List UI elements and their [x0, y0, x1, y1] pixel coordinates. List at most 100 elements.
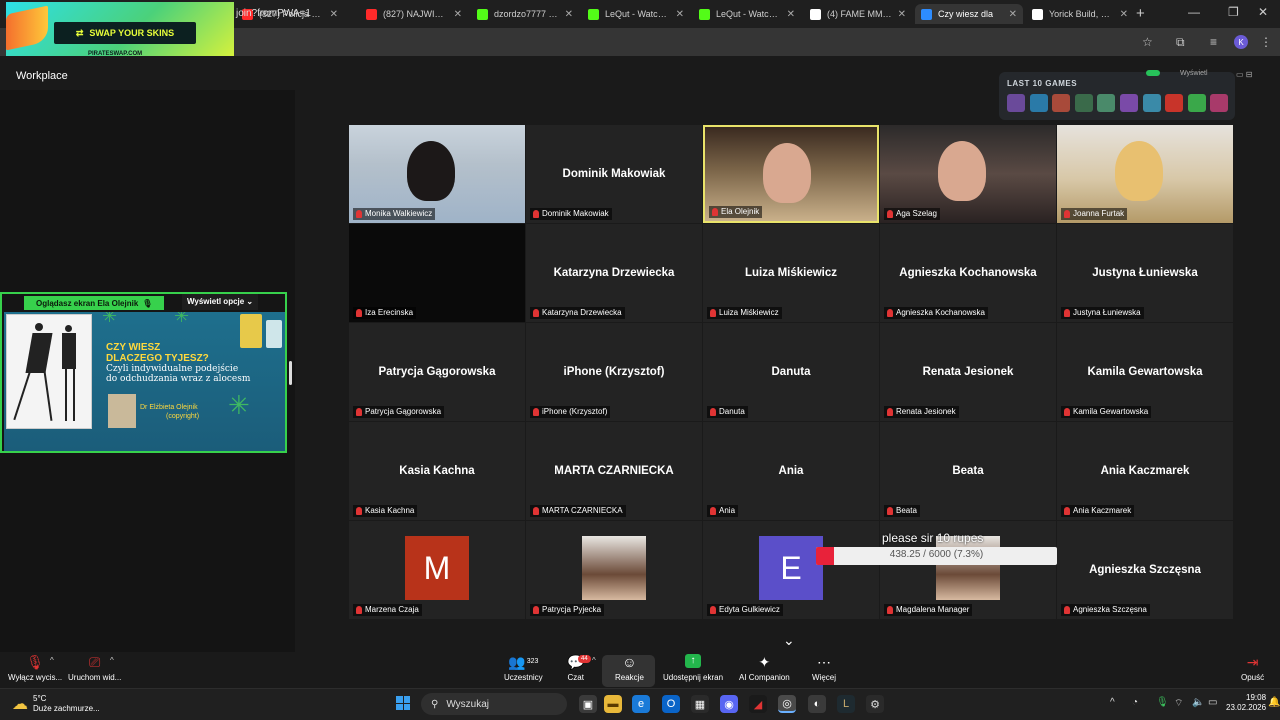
chat-options-caret[interactable]: ^ — [592, 656, 596, 665]
close-tab-icon[interactable]: ✕ — [1009, 9, 1017, 20]
settings-icon[interactable]: ⚙ — [866, 695, 884, 713]
participant-tile[interactable]: Agnieszka Kochanowska Agnieszka Kochanows… — [880, 224, 1056, 322]
overlay-settings-icon[interactable]: ▭ ⊟ — [1236, 70, 1252, 79]
champion-icon[interactable] — [1187, 94, 1206, 112]
browser-tab[interactable]: LeQut - Watch cli ✕ — [693, 4, 801, 24]
champion-icon[interactable] — [1007, 94, 1025, 112]
browser-tab[interactable]: LeQut - Watch cli ✕ — [582, 4, 690, 24]
windows-start-icon[interactable] — [396, 696, 410, 710]
mute-options-caret[interactable]: ^ — [50, 656, 54, 665]
participant-tile[interactable]: Justyna Łuniewska Justyna Łuniewska — [1057, 224, 1233, 322]
store-icon[interactable]: ▦ — [691, 695, 709, 713]
close-tab-icon[interactable]: ✕ — [787, 9, 795, 20]
chrome-icon[interactable]: ◎ — [778, 695, 796, 713]
extensions-icon[interactable]: ⧉ — [1176, 35, 1185, 50]
participant-tile[interactable]: Aga Szelag — [880, 125, 1056, 223]
participant-tile[interactable]: Dominik Makowiak Dominik Makowiak — [526, 125, 702, 223]
tray-mic-icon[interactable]: 🎙 — [1156, 697, 1169, 708]
participant-tile[interactable]: Ania Kaczmarek Ania Kaczmarek — [1057, 422, 1233, 520]
weather-widget[interactable]: 5°C Duże zachmurze... — [33, 694, 100, 714]
tray-chevron-up-icon[interactable]: ^ — [1110, 697, 1115, 708]
participant-tile[interactable]: Monika Walkiewicz — [349, 125, 525, 223]
participant-tile[interactable]: M Marzena Czaja — [349, 521, 525, 619]
taskbar-clock[interactable]: 19:08 23.02.2026 — [1226, 693, 1266, 713]
close-tab-icon[interactable]: ✕ — [565, 9, 573, 20]
participant-tile[interactable]: Ania Ania — [703, 422, 879, 520]
participant-tile[interactable]: Kasia Kachna Kasia Kachna — [349, 422, 525, 520]
outlook-icon[interactable]: O — [662, 695, 680, 713]
close-window-icon[interactable]: ✕ — [1258, 5, 1268, 19]
edge-icon[interactable]: e — [632, 695, 650, 713]
discord-icon[interactable]: ◉ — [720, 695, 738, 713]
participant-tile[interactable]: Patrycja Pyjecka — [526, 521, 702, 619]
battery-icon[interactable]: ▭ — [1208, 697, 1217, 708]
champion-icon[interactable] — [1074, 94, 1093, 112]
file-explorer-icon[interactable]: ▬ — [604, 695, 622, 713]
menu-dots-icon[interactable]: ⋮ — [1260, 35, 1272, 49]
champion-icon[interactable] — [1052, 94, 1071, 112]
close-tab-icon[interactable]: ✕ — [454, 9, 462, 20]
task-view-icon[interactable]: ▣ — [579, 695, 597, 713]
view-options-button[interactable]: Wyświetl opcje ⌄ — [182, 294, 259, 310]
mute-button[interactable]: 🎙 Wyłącz wycis... — [8, 654, 62, 688]
leave-button[interactable]: ⇥ Opuść — [1241, 654, 1264, 688]
video-options-caret[interactable]: ^ — [110, 656, 114, 665]
more-button[interactable]: ⋯ Więcej — [812, 654, 836, 688]
app-icon-2[interactable]: ◐ — [808, 695, 826, 713]
browser-tab[interactable]: (4) FAME MMA (@ ✕ — [804, 4, 912, 24]
participant-tile[interactable]: Ela Olejnik — [703, 125, 879, 223]
ad-cta-button[interactable]: ⇄ SWAP YOUR SKINS — [54, 22, 196, 44]
new-tab-button[interactable]: + — [1136, 5, 1145, 22]
close-tab-icon[interactable]: ✕ — [676, 9, 684, 20]
champion-icon[interactable] — [1165, 94, 1184, 112]
participant-tile[interactable]: Beata Beata — [880, 422, 1056, 520]
champion-icon[interactable] — [1210, 94, 1229, 112]
reactions-button[interactable]: ☺ Reakcje — [615, 654, 644, 688]
browser-tab[interactable]: Yorick Build, Rune ✕ — [1026, 4, 1134, 24]
panel-resize-handle[interactable] — [289, 361, 292, 385]
tray-app-icon[interactable]: ◔ — [1132, 697, 1138, 708]
weather-cloud-icon[interactable]: ☁ — [12, 694, 28, 714]
champion-icon[interactable] — [1142, 94, 1161, 112]
ai-companion-button[interactable]: ✦ AI Companion — [739, 654, 790, 688]
participant-tile[interactable]: Luiza Miśkiewicz Luiza Miśkiewicz — [703, 224, 879, 322]
close-tab-icon[interactable]: ✕ — [898, 9, 906, 20]
participant-tile[interactable]: Patrycja Gągorowska Patrycja Gągorowska — [349, 323, 525, 421]
browser-tab[interactable]: dzordzo7777 Stre ✕ — [471, 4, 579, 24]
bookmark-star-icon[interactable]: ☆ — [1142, 35, 1153, 49]
champion-icon[interactable] — [1029, 94, 1048, 112]
screen-share-panel[interactable]: ✳ ✳ ✳ CZY WIESZ DLACZEGO TYJESZ? Czyli i… — [0, 292, 287, 453]
browser-tab[interactable]: (827) NAJWIĘKSZ ✕ — [360, 4, 468, 24]
browser-tab[interactable]: Czy wiesz dla ✕ — [915, 4, 1023, 24]
participant-tile[interactable]: iPhone (Krzysztof) iPhone (Krzysztof) — [526, 323, 702, 421]
maximize-icon[interactable]: ❐ — [1228, 5, 1239, 19]
participant-tile[interactable]: Agnieszka Szczęsna Agnieszka Szczęsna — [1057, 521, 1233, 619]
participants-button[interactable]: 👥323 Uczestnicy — [504, 654, 543, 688]
participant-tile[interactable]: E Edyta Gulkiewicz — [703, 521, 879, 619]
champion-icon[interactable] — [1097, 94, 1116, 112]
profile-avatar[interactable]: K — [1234, 35, 1248, 49]
wifi-icon[interactable]: ⌔ — [1174, 697, 1183, 710]
participant-tile[interactable]: Renata Jesionek Renata Jesionek — [880, 323, 1056, 421]
volume-icon[interactable]: 🔈 — [1192, 697, 1204, 708]
app-icon[interactable]: ◢ — [749, 695, 767, 713]
ad-banner[interactable]: ⇄ SWAP YOUR SKINS PIRATESWAP.COM — [6, 2, 234, 60]
reading-list-icon[interactable]: ≡ — [1210, 35, 1217, 49]
minimize-icon[interactable]: — — [1188, 5, 1200, 19]
close-tab-icon[interactable]: ✕ — [1120, 9, 1128, 20]
chevron-down-icon[interactable]: ⌄ — [783, 632, 795, 649]
participant-tile[interactable]: Joanna Furtak — [1057, 125, 1233, 223]
taskbar-search[interactable]: ⚲ Wyszukaj — [421, 693, 567, 715]
overlay-view-label[interactable]: Wyświetl — [1180, 70, 1208, 77]
overlay-toggle[interactable] — [1146, 70, 1160, 76]
participant-tile[interactable]: Danuta Danuta — [703, 323, 879, 421]
share-screen-button[interactable]: ↑ Udostępnij ekran — [663, 654, 723, 688]
participant-tile[interactable]: Kamila Gewartowska Kamila Gewartowska — [1057, 323, 1233, 421]
notifications-icon[interactable]: 🔔 — [1268, 697, 1280, 708]
champion-icon[interactable] — [1120, 94, 1138, 112]
url-text[interactable]: join?fromPWA=1 — [236, 8, 311, 19]
participant-tile[interactable]: MARTA CZARNIECKA MARTA CZARNIECKA — [526, 422, 702, 520]
participant-tile[interactable]: Katarzyna Drzewiecka Katarzyna Drzewiecka — [526, 224, 702, 322]
participant-tile[interactable]: Iza Erecinska — [349, 224, 525, 322]
close-tab-icon[interactable]: ✕ — [330, 9, 338, 20]
